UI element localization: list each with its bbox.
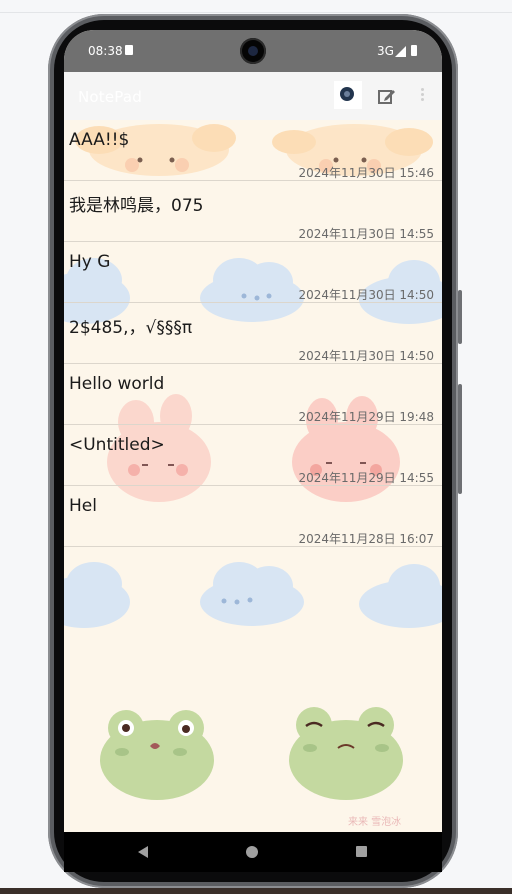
back-icon[interactable]: [138, 846, 148, 858]
note-title: AAA!!$: [69, 130, 130, 150]
signal-icon: [395, 46, 406, 57]
wallpaper-signature: 来来 雪泡冰: [348, 817, 402, 828]
cloud-row-2: [64, 562, 442, 628]
status-time: 08:38: [88, 44, 123, 58]
note-item[interactable]: <Untitled> 2024年11月29日 14:55: [64, 425, 442, 486]
note-item[interactable]: Hy G 2024年11月30日 14:50: [64, 242, 442, 303]
note-title: Hello world: [69, 374, 165, 394]
more-vert-icon[interactable]: [416, 86, 428, 106]
note-date: 2024年11月30日 14:55: [298, 227, 434, 241]
edit-icon[interactable]: [378, 88, 396, 104]
status-bar: 08:38 3G: [64, 30, 442, 72]
note-title: 2$485,，√§§§π: [69, 318, 193, 338]
app-bar: NotePad: [64, 72, 442, 120]
recents-icon[interactable]: [356, 846, 367, 857]
front-camera: [240, 38, 266, 64]
search-button[interactable]: [334, 81, 362, 109]
battery-icon: [411, 45, 417, 56]
note-title: Hel: [69, 496, 97, 516]
frog-left: [100, 710, 214, 800]
navigation-bar: [64, 832, 442, 872]
note-date: 2024年11月30日 15:46: [298, 166, 434, 180]
phone-screen: 08:38 3G NotePad AAA!!$ 2024年11月30日 15:4…: [64, 30, 442, 832]
note-title: <Untitled>: [69, 435, 165, 455]
note-title: 我是林鸣晨，075: [69, 196, 204, 216]
window-top-line: [0, 12, 512, 13]
note-date: 2024年11月30日 14:50: [298, 349, 434, 363]
frog-right: [289, 707, 403, 800]
sd-card-icon: [125, 45, 133, 55]
home-icon[interactable]: [246, 846, 258, 858]
volume-button: [458, 290, 462, 344]
note-item[interactable]: Hel 2024年11月28日 16:07: [64, 486, 442, 547]
notes-list: AAA!!$ 2024年11月30日 15:46 我是林鸣晨，075 2024年…: [64, 120, 442, 547]
note-date: 2024年11月30日 14:50: [298, 288, 434, 302]
note-item[interactable]: 我是林鸣晨，075 2024年11月30日 14:55: [64, 181, 442, 242]
search-icon: [340, 87, 354, 101]
note-title: Hy G: [69, 252, 111, 272]
note-date: 2024年11月28日 16:07: [298, 532, 434, 546]
window-bottom-strip: [0, 888, 512, 894]
network-type: 3G: [377, 44, 394, 58]
note-date: 2024年11月29日 19:48: [298, 410, 434, 424]
app-title: NotePad: [78, 88, 142, 106]
note-item[interactable]: Hello world 2024年11月29日 19:48: [64, 364, 442, 425]
note-item[interactable]: AAA!!$ 2024年11月30日 15:46: [64, 120, 442, 181]
power-button: [458, 384, 462, 494]
note-date: 2024年11月29日 14:55: [298, 471, 434, 485]
note-item[interactable]: 2$485,，√§§§π 2024年11月30日 14:50: [64, 303, 442, 364]
